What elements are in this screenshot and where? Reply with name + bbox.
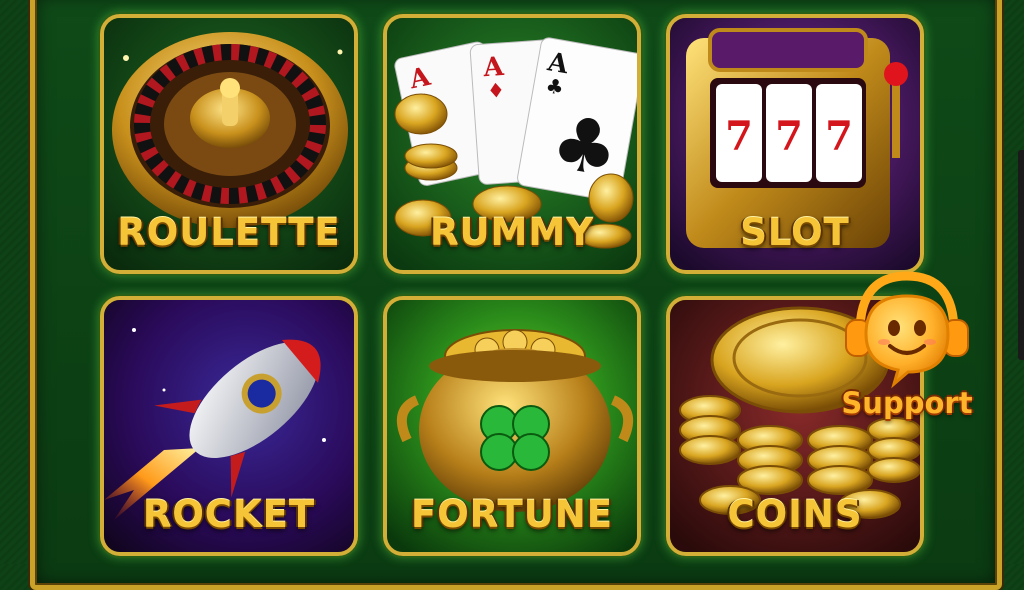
headset-smiley-icon <box>845 271 969 389</box>
support-label: Support <box>841 386 973 420</box>
svg-text:7: 7 <box>725 113 753 160</box>
rummy-label: RUMMY <box>430 211 594 254</box>
game-tile-roulette[interactable]: ROULETTE <box>100 14 358 274</box>
game-tile-fortune[interactable]: FORTUNE <box>383 296 641 556</box>
support-button[interactable]: Support <box>832 262 982 432</box>
roulette-label: ROULETTE <box>117 211 341 254</box>
game-tile-rocket[interactable]: ROCKET <box>100 296 358 556</box>
side-drawer-handle[interactable] <box>1018 150 1024 360</box>
svg-text:7: 7 <box>825 113 853 160</box>
game-tile-rummy[interactable]: A♦ A♦ A♣♣ RUMMY <box>383 14 641 274</box>
svg-text:7: 7 <box>775 113 803 160</box>
slot-label: SLOT <box>740 211 850 254</box>
rocket-label: ROCKET <box>142 493 316 536</box>
game-tile-slot[interactable]: 7 7 7 SLOT <box>666 14 924 274</box>
fortune-label: FORTUNE <box>410 493 614 536</box>
svg-text:♦: ♦ <box>486 78 506 103</box>
coins-label: COINS <box>727 493 863 536</box>
